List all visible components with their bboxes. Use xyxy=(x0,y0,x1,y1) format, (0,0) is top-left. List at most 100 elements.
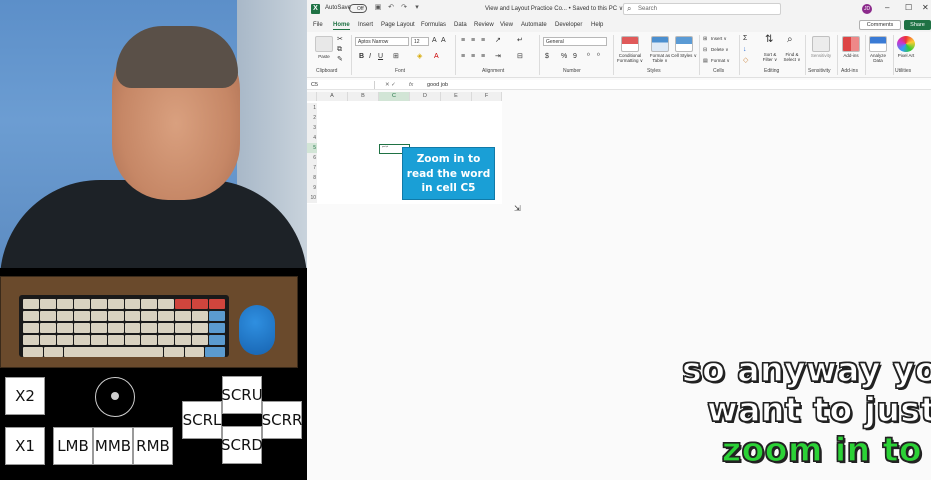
column-header-a[interactable]: A xyxy=(317,92,348,101)
tab-help[interactable]: Help xyxy=(591,22,603,28)
close-button[interactable]: ✕ xyxy=(922,3,929,12)
align-center-icon[interactable]: ≡ xyxy=(471,53,475,61)
fx-icon[interactable]: ✕ ✓ xyxy=(385,81,396,89)
align-left-icon[interactable]: ≡ xyxy=(461,53,465,61)
borders-icon[interactable]: ⊞ xyxy=(393,53,399,61)
comma-style-icon[interactable]: 9 xyxy=(573,53,577,61)
autosave-toggle[interactable]: Off xyxy=(349,4,367,13)
copy-icon[interactable]: ⧉ xyxy=(337,46,342,54)
name-box[interactable]: C5 xyxy=(309,81,375,89)
document-title[interactable]: View and Layout Practice Co... • Saved t… xyxy=(485,5,623,12)
wrap-text-icon[interactable]: ↵ xyxy=(517,37,523,45)
row-header-1[interactable]: 1 xyxy=(307,103,317,113)
tab-formulas[interactable]: Formulas xyxy=(421,22,446,28)
autosum-icon[interactable]: Σ xyxy=(743,35,747,43)
select-all-corner[interactable] xyxy=(307,92,317,101)
conditional-formatting-icon[interactable] xyxy=(621,36,639,52)
quick-access-more-icon[interactable]: ▾ xyxy=(413,4,421,12)
minimize-button[interactable]: – xyxy=(885,3,889,12)
share-button[interactable]: Share xyxy=(904,20,931,30)
align-right-icon[interactable]: ≡ xyxy=(481,53,485,61)
maximize-button[interactable]: ☐ xyxy=(905,3,912,12)
column-header-e[interactable]: E xyxy=(441,92,472,101)
fill-color-icon[interactable]: ◈ xyxy=(417,53,422,61)
bold-icon[interactable]: B xyxy=(359,53,364,61)
delete-cells-label[interactable]: Delete ∨ xyxy=(711,47,729,52)
currency-icon[interactable]: $ xyxy=(545,53,549,61)
row-header-6[interactable]: 6 xyxy=(307,153,317,163)
underline-icon[interactable]: U xyxy=(378,53,383,61)
decrease-font-icon[interactable]: A xyxy=(441,37,446,45)
fill-icon[interactable]: ↓ xyxy=(743,46,747,54)
tab-insert[interactable]: Insert xyxy=(358,22,373,28)
row-header-10[interactable]: 10 xyxy=(307,193,317,203)
search-input[interactable]: ⌕ Search xyxy=(623,3,781,15)
tab-review[interactable]: Review xyxy=(474,22,494,28)
format-cells-label[interactable]: Format ∨ xyxy=(711,58,730,63)
italic-icon[interactable]: I xyxy=(369,53,371,61)
align-bottom-icon[interactable]: ≡ xyxy=(481,37,485,45)
align-middle-icon[interactable]: ≡ xyxy=(471,37,475,45)
addins-label: Add-ins xyxy=(843,53,859,58)
clear-icon[interactable]: ◇ xyxy=(743,57,748,65)
font-size-select[interactable]: 12 xyxy=(411,37,429,46)
column-header-f[interactable]: F xyxy=(472,92,502,101)
format-cells-icon[interactable]: ▤ xyxy=(703,57,708,65)
tab-file[interactable]: File xyxy=(313,22,323,28)
paste-icon[interactable] xyxy=(315,36,333,52)
conditional-formatting-label: Conditional Formatting ∨ xyxy=(616,53,644,63)
row-header-2[interactable]: 2 xyxy=(307,113,317,123)
analyze-data-icon[interactable] xyxy=(869,36,887,52)
cut-icon[interactable]: ✂ xyxy=(337,36,343,44)
cell-c5-value: good job xyxy=(382,147,389,148)
column-header-c[interactable]: C xyxy=(379,92,410,101)
sensitivity-icon[interactable] xyxy=(812,36,830,52)
redo-icon[interactable]: ↷ xyxy=(400,4,408,12)
tab-developer[interactable]: Developer xyxy=(555,22,582,28)
comments-button[interactable]: Comments xyxy=(859,20,901,30)
tab-home[interactable]: Home xyxy=(333,22,350,30)
save-icon[interactable]: ▣ xyxy=(374,4,382,12)
mouse-btn-scroll-up: SCRU xyxy=(221,376,263,414)
delete-cells-icon[interactable]: ⊟ xyxy=(703,46,707,54)
column-header-d[interactable]: D xyxy=(410,92,441,101)
insert-cells-icon[interactable]: ⊞ xyxy=(703,35,707,43)
number-format-select[interactable]: General xyxy=(543,37,607,46)
decrease-decimal-icon[interactable]: ⁰ xyxy=(597,53,600,61)
cell-styles-icon[interactable] xyxy=(675,36,693,52)
align-top-icon[interactable]: ≡ xyxy=(461,37,465,45)
row-header-7[interactable]: 7 xyxy=(307,163,317,173)
sort-filter-icon[interactable]: ⇅ xyxy=(765,35,773,45)
format-as-table-icon[interactable] xyxy=(651,36,669,52)
row-header-9[interactable]: 9 xyxy=(307,183,317,193)
font-name-select[interactable]: Aptos Narrow xyxy=(355,37,409,46)
tab-automate[interactable]: Automate xyxy=(521,22,547,28)
scroll-wheel-dot xyxy=(111,392,119,400)
user-avatar[interactable]: JD xyxy=(862,4,872,14)
format-painter-icon[interactable]: ✎ xyxy=(337,56,343,64)
insert-function-icon[interactable]: fx xyxy=(409,81,413,89)
increase-font-icon[interactable]: A xyxy=(432,37,437,45)
group-editing: Editing xyxy=(764,68,780,74)
find-select-icon[interactable]: ⌕ xyxy=(787,35,793,45)
increase-decimal-icon[interactable]: ⁰ xyxy=(587,53,590,61)
row-header-8[interactable]: 8 xyxy=(307,173,317,183)
font-color-icon[interactable]: A xyxy=(434,53,439,61)
addins-icon[interactable] xyxy=(842,36,860,52)
row-header-3[interactable]: 3 xyxy=(307,123,317,133)
tab-data[interactable]: Data xyxy=(454,22,467,28)
undo-icon[interactable]: ↶ xyxy=(387,4,395,12)
row-header-5[interactable]: 5 xyxy=(307,143,317,153)
tab-page-layout[interactable]: Page Layout xyxy=(381,22,415,28)
column-header-b[interactable]: B xyxy=(348,92,379,101)
percent-icon[interactable]: % xyxy=(561,53,567,61)
indent-icon[interactable]: ⇥ xyxy=(495,53,501,61)
tab-view[interactable]: View xyxy=(500,22,513,28)
spreadsheet-grid[interactable]: A B C D E F 1 2 3 4 5 6 7 8 9 10 good jo… xyxy=(307,92,502,204)
orientation-icon[interactable]: ↗ xyxy=(495,37,501,45)
row-header-4[interactable]: 4 xyxy=(307,133,317,143)
insert-cells-label[interactable]: Insert ∨ xyxy=(711,36,727,41)
pixel-art-icon[interactable] xyxy=(897,36,915,52)
formula-input[interactable]: good job xyxy=(427,81,448,89)
merge-center-icon[interactable]: ⊟ xyxy=(517,53,523,61)
